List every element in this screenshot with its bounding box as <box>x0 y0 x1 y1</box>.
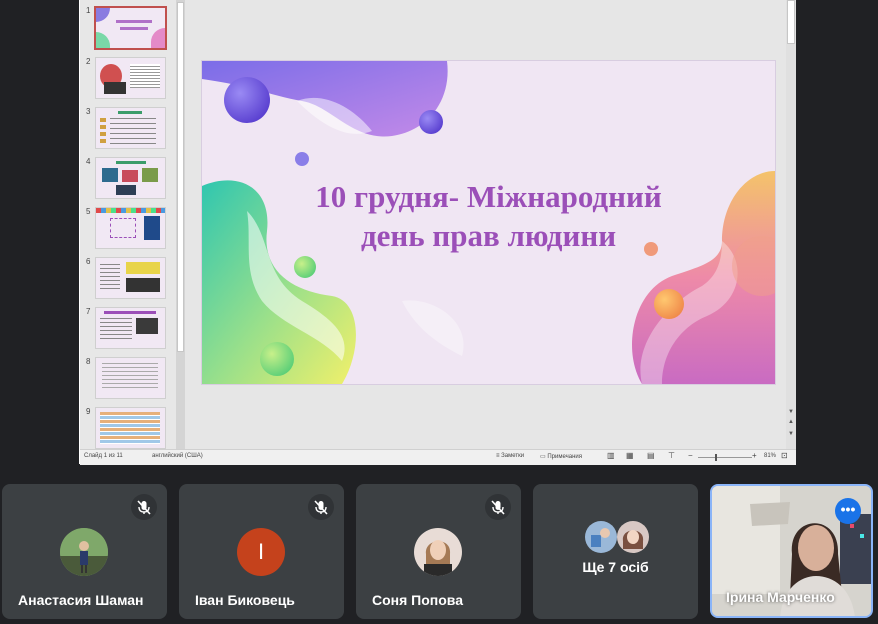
avatar <box>617 521 649 553</box>
slide-title: 10 грудня- Міжнародний день прав людини <box>202 177 775 255</box>
thumbnail-slide-8[interactable] <box>95 357 166 399</box>
slide-thumbnail-panel: 1 2 3 4 5 6 7 8 9 <box>80 0 185 449</box>
zoom-level[interactable]: 81% <box>764 453 776 459</box>
scrollbar-thumb[interactable] <box>787 0 795 44</box>
status-bar: Слайд 1 из 11 английский (США) ≡ Заметки… <box>80 449 796 465</box>
mic-off-icon <box>308 494 334 520</box>
comments-button[interactable]: ▭ Примечания <box>540 453 582 460</box>
thumbnail-slide-3[interactable] <box>95 107 166 149</box>
zoom-slider[interactable] <box>698 457 752 458</box>
language-indicator[interactable]: английский (США) <box>152 453 203 459</box>
avatar <box>585 521 617 553</box>
thumbnail-number: 2 <box>86 57 91 66</box>
participant-name: Ірина Марченко <box>726 589 835 605</box>
thumbnail-number: 7 <box>86 307 91 316</box>
thumbnail-number: 3 <box>86 107 91 116</box>
self-view-tile[interactable]: ••• Ірина Марченко <box>710 484 873 618</box>
avatar: I <box>237 528 285 576</box>
thumbnail-number: 8 <box>86 357 91 366</box>
zoom-in-icon[interactable]: + <box>752 451 757 460</box>
normal-view-icon[interactable]: ▥ <box>607 451 615 460</box>
thumbnail-number: 6 <box>86 257 91 266</box>
thumbnail-slide-5[interactable] <box>95 207 166 249</box>
scroll-down-icon[interactable]: ▼ <box>787 408 795 416</box>
zoom-slider-handle[interactable] <box>715 454 717 461</box>
thumbnail-number: 4 <box>86 157 91 166</box>
thumbnail-number: 5 <box>86 207 91 216</box>
participant-tile[interactable]: Анастасия Шаман <box>2 484 167 619</box>
thumbnail-slide-9[interactable] <box>95 407 166 449</box>
participant-tile[interactable]: Соня Попова <box>356 484 521 619</box>
next-slide-icon[interactable]: ▼ <box>787 430 795 438</box>
slide-title-line-2: день прав людини <box>360 218 617 253</box>
slide-sorter-icon[interactable]: ▦ <box>626 451 634 460</box>
notes-button[interactable]: ≡ Заметки <box>496 453 524 459</box>
more-participants-count: Ще 7 осіб <box>582 559 649 575</box>
vertical-scrollbar[interactable]: ▼ ▲ ▼ <box>786 0 796 449</box>
thumbnail-slide-1[interactable] <box>94 6 167 50</box>
mic-off-icon <box>485 494 511 520</box>
more-options-button[interactable]: ••• <box>835 498 861 524</box>
zoom-out-icon[interactable]: − <box>688 451 693 460</box>
avatar <box>414 528 462 576</box>
fit-slide-icon[interactable]: ⊡ <box>781 451 788 460</box>
participant-name: Анастасия Шаман <box>18 592 144 608</box>
reading-view-icon[interactable]: ▤ <box>647 451 655 460</box>
current-slide: 10 грудня- Міжнародний день прав людини <box>201 60 776 385</box>
thumbnail-scrollbar[interactable] <box>176 0 185 449</box>
participant-tile[interactable]: I Іван Биковець <box>179 484 344 619</box>
prev-slide-icon[interactable]: ▲ <box>787 418 795 426</box>
participant-name: Соня Попова <box>372 592 464 608</box>
thumbnail-slide-4[interactable] <box>95 157 166 199</box>
slide-counter: Слайд 1 из 11 <box>84 453 123 459</box>
participant-name: Іван Биковець <box>195 592 295 608</box>
thumbnail-slide-2[interactable] <box>95 57 166 99</box>
thumbnail-slide-7[interactable] <box>95 307 166 349</box>
mic-off-icon <box>131 494 157 520</box>
thumbnail-number: 1 <box>86 6 91 15</box>
slide-title-line-1: 10 грудня- Міжнародний <box>315 179 662 214</box>
more-participants-tile[interactable]: Ще 7 осіб <box>533 484 698 619</box>
thumbnail-slide-6[interactable] <box>95 257 166 299</box>
avatar <box>60 528 108 576</box>
slideshow-icon[interactable]: ⊤ <box>668 451 675 460</box>
thumbnail-number: 9 <box>86 407 91 416</box>
